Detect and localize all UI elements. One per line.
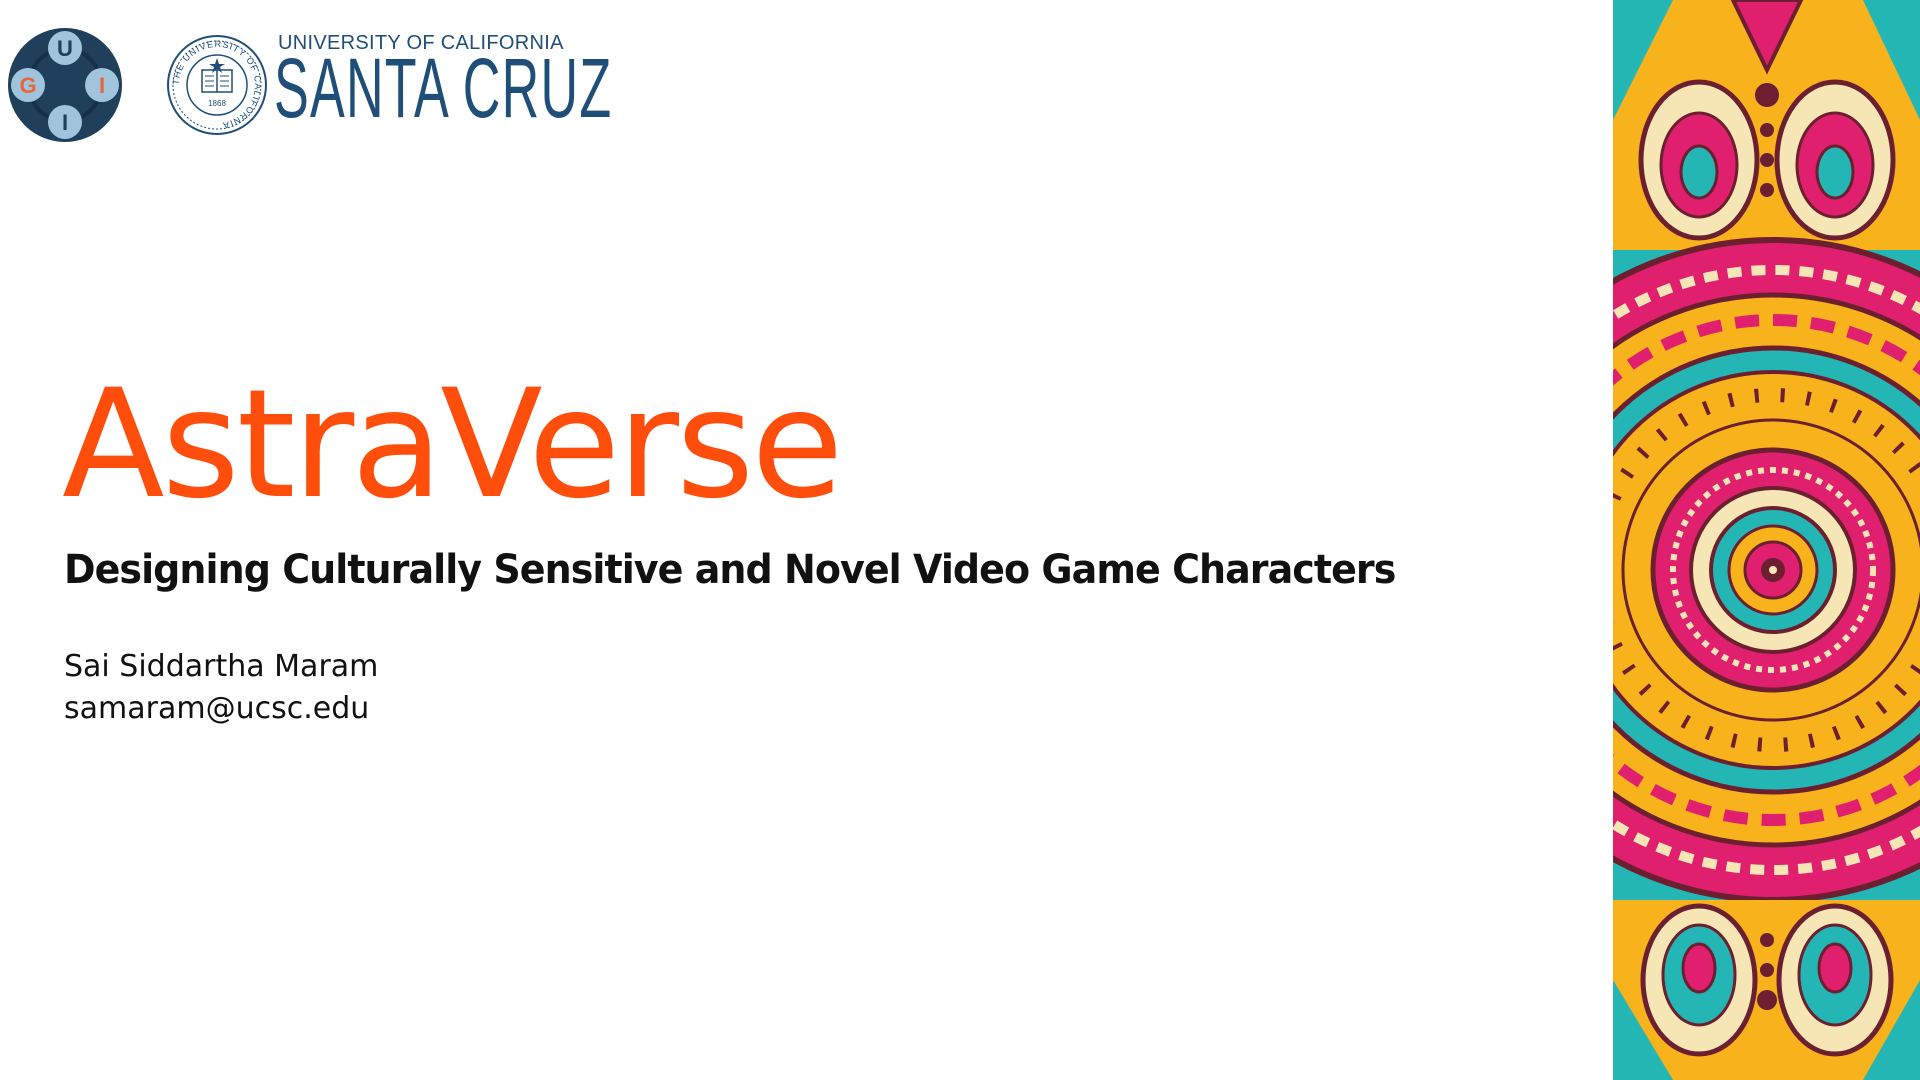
- gii-logo: U G I I: [8, 28, 122, 142]
- ucsc-seal-year: 1868: [208, 99, 226, 108]
- ucsc-seal-icon: THE UNIVERSITY OF CALIFORNIA 1868: [167, 35, 267, 135]
- gii-letter-top: U: [57, 36, 73, 61]
- gii-letter-right: I: [99, 73, 105, 98]
- author-name: Sai Siddartha Maram: [64, 649, 379, 684]
- title-slide: U G I I THE UNIVERSITY OF CALIFORNIA 186…: [0, 0, 1920, 1080]
- mandala-decoration: [1613, 0, 1920, 1080]
- author-email: samaram@ucsc.edu: [64, 691, 370, 726]
- slide-title: AstraVerse: [62, 358, 844, 532]
- ucsc-logo: THE UNIVERSITY OF CALIFORNIA 1868 UNIVER…: [166, 30, 611, 140]
- ucsc-campus-text: SANTA CRUZ: [274, 41, 613, 135]
- gii-letter-left: G: [19, 73, 36, 98]
- slide-subtitle: Designing Culturally Sensitive and Novel…: [64, 547, 1396, 593]
- gii-letter-bottom: I: [62, 110, 68, 135]
